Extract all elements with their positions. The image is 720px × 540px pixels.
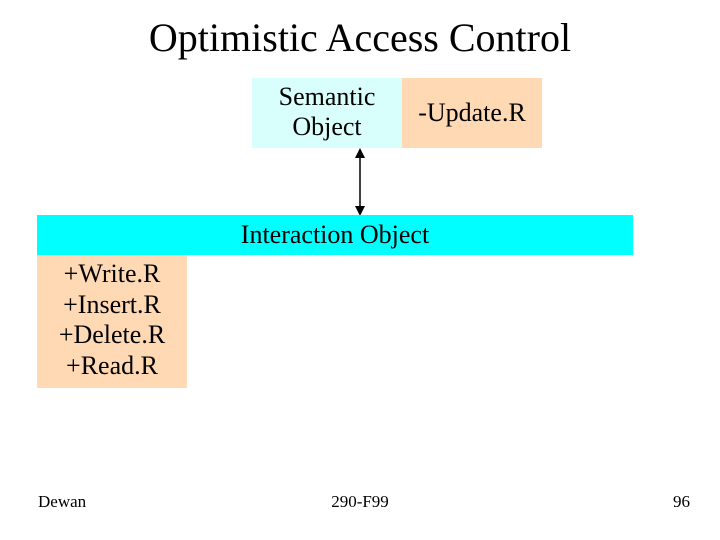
semantic-object-box: Semantic Object: [252, 78, 402, 148]
semantic-object-label-2: Object: [292, 112, 361, 141]
semantic-object-label-1: Semantic: [279, 82, 376, 111]
interaction-object-box: Interaction Object: [37, 215, 633, 255]
slide-title: Optimistic Access Control: [0, 14, 720, 61]
interaction-object-label: Interaction Object: [241, 220, 429, 250]
minus-rights-label: -Update.R: [418, 98, 526, 128]
plus-right-read: +Read.R: [37, 351, 187, 382]
minus-rights-box: -Update.R: [402, 78, 542, 148]
plus-right-write: +Write.R: [37, 259, 187, 290]
slide: Optimistic Access Control Semantic Objec…: [0, 0, 720, 540]
plus-right-insert: +Insert.R: [37, 290, 187, 321]
footer-page: 96: [673, 492, 690, 512]
plus-rights-box: +Write.R +Insert.R +Delete.R +Read.R: [37, 255, 187, 388]
footer-course: 290-F99: [0, 492, 720, 512]
connector-arrow: [350, 148, 370, 216]
plus-right-delete: +Delete.R: [37, 320, 187, 351]
